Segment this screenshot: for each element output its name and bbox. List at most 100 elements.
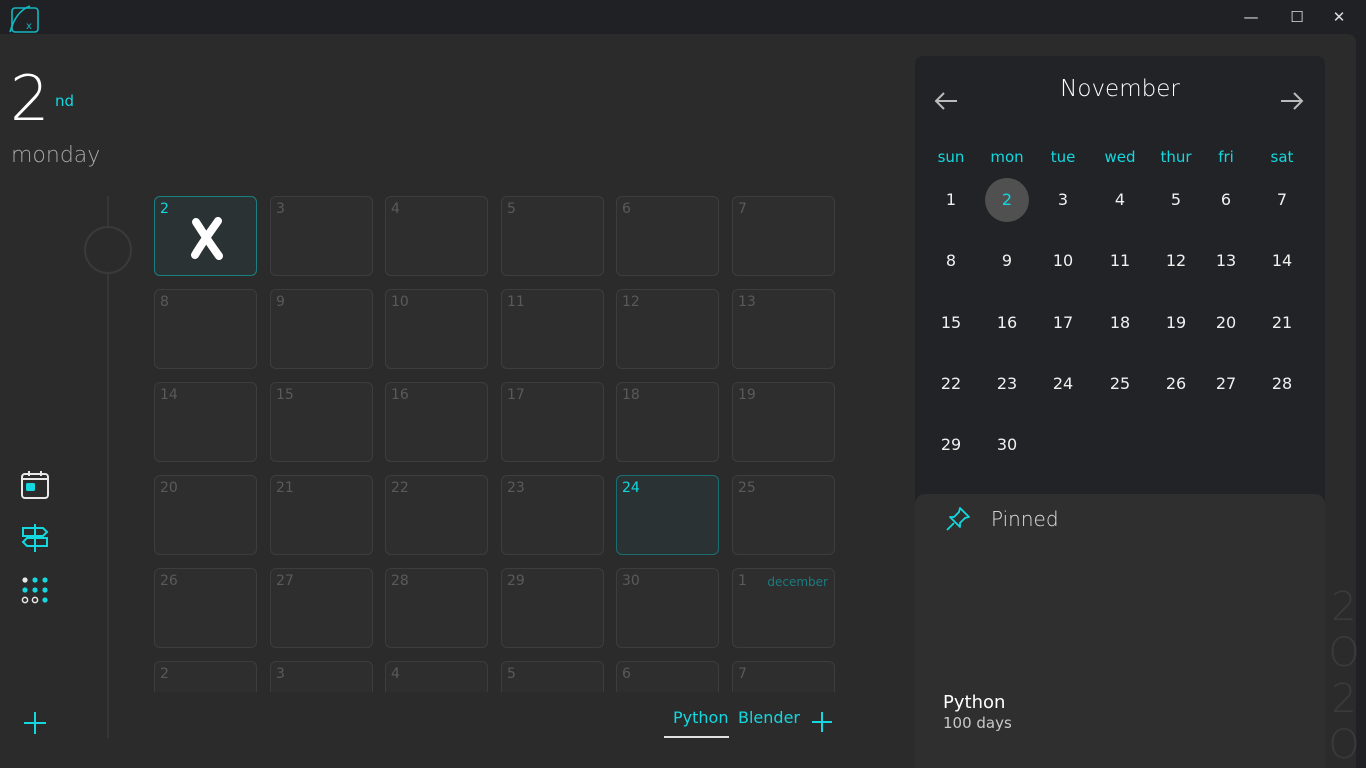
next-month-arrow-icon[interactable] (1279, 90, 1305, 112)
calendar-day-number: 29 (940, 435, 962, 454)
apps-grid-icon[interactable] (20, 575, 50, 605)
calendar-day[interactable]: 16 (979, 301, 1035, 345)
day-cell[interactable]: 30 (616, 568, 719, 648)
day-cell-number: 16 (391, 387, 409, 403)
calendar-day[interactable]: 26 (1148, 362, 1204, 406)
pinned-item-name[interactable]: Python (943, 692, 1005, 713)
day-cell[interactable]: 1 december (732, 568, 835, 648)
calendar-day-number: 6 (1220, 190, 1232, 209)
day-cell[interactable]: 26 (154, 568, 257, 648)
calendar-day-number: 23 (996, 374, 1018, 393)
calendar-day[interactable]: 28 (1254, 362, 1310, 406)
calendar-day-number: 3 (1057, 190, 1069, 209)
calendar-day[interactable]: 8 (923, 239, 979, 283)
calendar-day[interactable]: 14 (1254, 239, 1310, 283)
calendar-day-number: 1 (945, 190, 957, 209)
calendar-day-number: 2 (1001, 190, 1013, 209)
day-cell[interactable]: 19 (732, 382, 835, 462)
close-button[interactable]: ✕ (1316, 0, 1362, 34)
calendar-day[interactable]: 13 (1198, 239, 1254, 283)
signpost-icon[interactable] (20, 523, 50, 553)
calendar-day[interactable]: 27 (1198, 362, 1254, 406)
day-cell[interactable]: 4 (385, 196, 488, 276)
day-cell[interactable]: 3 (270, 196, 373, 276)
calendar-icon[interactable] (20, 470, 50, 500)
calendar-day[interactable]: 19 (1148, 301, 1204, 345)
day-cell[interactable]: 20 (154, 475, 257, 555)
day-cell[interactable]: 22 (385, 475, 488, 555)
add-icon[interactable] (22, 710, 48, 736)
calendar-day-number: 14 (1271, 251, 1293, 270)
day-cell[interactable]: 28 (385, 568, 488, 648)
day-cell[interactable]: 4 (385, 661, 488, 692)
day-cell[interactable]: 5 (501, 661, 604, 692)
calendar-day[interactable]: 7 (1254, 178, 1310, 222)
calendar-day[interactable]: 29 (923, 423, 979, 467)
calendar-day-number: 30 (996, 435, 1018, 454)
day-cell[interactable]: 18 (616, 382, 719, 462)
day-cell-number: 22 (391, 480, 409, 496)
day-cell[interactable]: 14 (154, 382, 257, 462)
day-cell[interactable]: 12 (616, 289, 719, 369)
day-cell[interactable]: 5 (501, 196, 604, 276)
calendar-day-number: 16 (996, 313, 1018, 332)
calendar-day[interactable]: 22 (923, 362, 979, 406)
day-cell[interactable]: 29 (501, 568, 604, 648)
calendar-day[interactable]: 6 (1198, 178, 1254, 222)
calendar-day[interactable]: 2 (979, 178, 1035, 222)
calendar-day[interactable]: 4 (1092, 178, 1148, 222)
tab-blender[interactable]: Blender (738, 708, 800, 727)
day-cell[interactable]: 9 (270, 289, 373, 369)
day-cell[interactable]: 6 (616, 661, 719, 692)
timeline-node[interactable] (84, 226, 132, 274)
calendar-day[interactable]: 1 (923, 178, 979, 222)
calendar-day[interactable]: 30 (979, 423, 1035, 467)
day-cell[interactable]: 7 (732, 196, 835, 276)
day-cell[interactable]: 23 (501, 475, 604, 555)
day-cell[interactable]: 11 (501, 289, 604, 369)
day-cell-number: 27 (276, 573, 294, 589)
day-cell-number: 10 (391, 294, 409, 310)
calendar-day[interactable]: 11 (1092, 239, 1148, 283)
day-cell[interactable]: 2 (154, 661, 257, 692)
day-cell[interactable]: 25 (732, 475, 835, 555)
weekday-header: sun (937, 148, 965, 166)
calendar-day[interactable]: 18 (1092, 301, 1148, 345)
day-cell[interactable]: 7 (732, 661, 835, 692)
calendar-day[interactable]: 17 (1035, 301, 1091, 345)
calendar-day[interactable]: 23 (979, 362, 1035, 406)
day-cell[interactable]: 2 (154, 196, 257, 276)
add-habit-icon[interactable] (810, 710, 834, 734)
maximize-button[interactable]: ☐ (1274, 0, 1320, 34)
calendar-day[interactable]: 5 (1148, 178, 1204, 222)
calendar-day[interactable]: 3 (1035, 178, 1091, 222)
calendar-day-number: 27 (1215, 374, 1237, 393)
calendar-day[interactable]: 9 (979, 239, 1035, 283)
calendar-day[interactable]: 12 (1148, 239, 1204, 283)
calendar-day-number: 10 (1052, 251, 1074, 270)
calendar-day[interactable]: 21 (1254, 301, 1310, 345)
day-cell[interactable]: 16 (385, 382, 488, 462)
day-cell-number: 28 (391, 573, 409, 589)
day-cell[interactable]: 6 (616, 196, 719, 276)
day-cell[interactable]: 13 (732, 289, 835, 369)
day-cell[interactable]: 8 (154, 289, 257, 369)
calendar-day[interactable]: 10 (1035, 239, 1091, 283)
day-cell[interactable]: 17 (501, 382, 604, 462)
day-cell[interactable]: 24 (616, 475, 719, 555)
day-cell[interactable]: 3 (270, 661, 373, 692)
day-cell[interactable]: 10 (385, 289, 488, 369)
calendar-day[interactable]: 15 (923, 301, 979, 345)
calendar-day[interactable]: 24 (1035, 362, 1091, 406)
minimize-button[interactable]: — (1228, 0, 1274, 34)
day-cell[interactable]: 27 (270, 568, 373, 648)
calendar-day[interactable]: 25 (1092, 362, 1148, 406)
day-cell-number: 24 (622, 480, 640, 496)
weekday-header: mon (990, 148, 1024, 166)
tab-python[interactable]: Python (673, 708, 728, 727)
day-cell[interactable]: 15 (270, 382, 373, 462)
year-digit: O (1328, 630, 1360, 676)
day-cell[interactable]: 21 (270, 475, 373, 555)
calendar-day[interactable]: 20 (1198, 301, 1254, 345)
next-month-tag: december (767, 575, 828, 589)
